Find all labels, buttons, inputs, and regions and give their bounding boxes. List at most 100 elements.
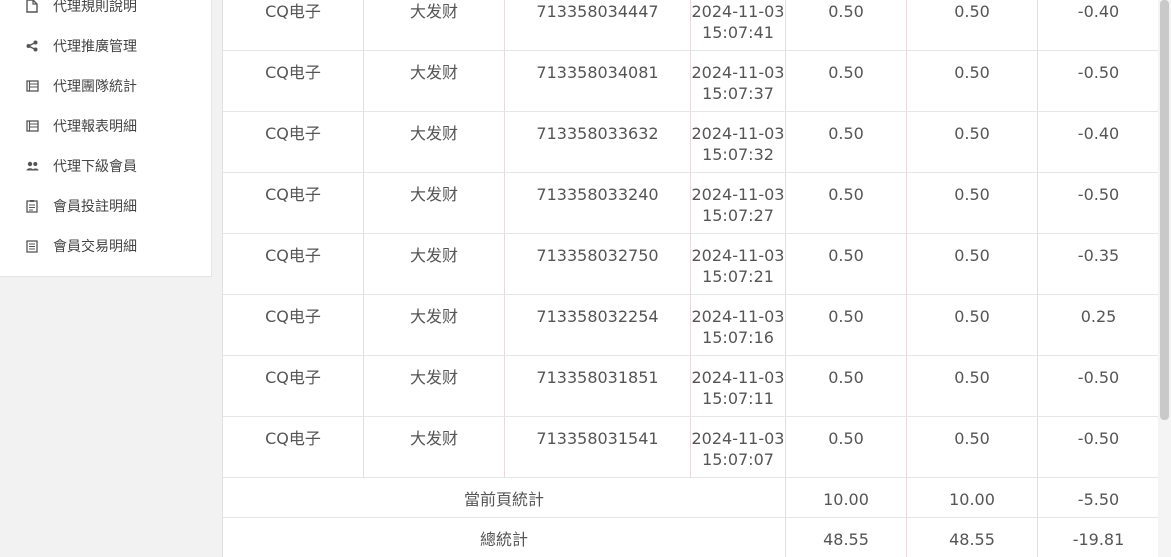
grand-total-valid: 48.55 [949, 530, 995, 549]
bet-date: 2024-11-03 [691, 63, 785, 82]
sidebar-item-label: 代理推廣管理 [53, 39, 137, 55]
row-divider [223, 172, 1159, 173]
game-name-cell: 大发财 [409, 124, 458, 143]
row-divider [223, 50, 1159, 51]
valid-bet-cell: 0.50 [954, 2, 990, 21]
row-divider [223, 111, 1159, 112]
bet-time-cell: 2024-11-03 15:07:21 [691, 245, 785, 287]
column-divider [1037, 0, 1038, 557]
valid-bet-cell: 0.50 [954, 307, 990, 326]
sidebar-item-label: 代理規則說明 [53, 0, 137, 15]
bet-amount-cell: 0.50 [828, 246, 864, 265]
vertical-scrollbar[interactable] [1158, 0, 1171, 557]
order-number-cell: 713358033632 [536, 124, 659, 143]
bet-date: 2024-11-03 [691, 185, 785, 204]
row-divider [223, 416, 1159, 417]
page-total-valid: 10.00 [949, 490, 995, 509]
sidebar: 代理規則說明 代理推廣管理 代理團隊統計 代理報表明細 代理下級會員 會員投註明… [0, 0, 212, 277]
win-loss-cell: -0.40 [1077, 2, 1120, 21]
sidebar-item-label: 會員交易明細 [53, 239, 137, 255]
row-divider [223, 294, 1159, 295]
win-loss-cell: -0.50 [1077, 368, 1120, 387]
game-provider-cell: CQ电子 [265, 246, 321, 265]
order-number-cell: 713358032750 [536, 246, 659, 265]
users-icon [25, 159, 39, 173]
bet-clock: 15:07:21 [702, 267, 774, 286]
bet-clock: 15:07:16 [702, 328, 774, 347]
page-total-result: -5.50 [1077, 490, 1120, 509]
row-divider [223, 477, 1159, 478]
sidebar-item-report-details[interactable]: 代理報表明細 [0, 106, 211, 146]
sidebar-item-sub-members[interactable]: 代理下級會員 [0, 146, 211, 186]
sidebar-item-label: 代理報表明細 [53, 119, 137, 135]
bet-date: 2024-11-03 [691, 124, 785, 143]
bet-clock: 15:07:32 [702, 145, 774, 164]
game-provider-cell: CQ电子 [265, 307, 321, 326]
bet-time-cell: 2024-11-03 15:07:41 [691, 1, 785, 43]
bet-time-cell: 2024-11-03 15:07:16 [691, 306, 785, 348]
sidebar-item-bet-details[interactable]: 會員投註明細 [0, 186, 211, 226]
bet-clock: 15:07:11 [702, 389, 774, 408]
sidebar-item-label: 代理下級會員 [53, 159, 137, 175]
order-number-cell: 713358031541 [536, 429, 659, 448]
win-loss-cell: -0.35 [1077, 246, 1120, 265]
game-name-cell: 大发财 [409, 246, 458, 265]
game-name-cell: 大发财 [409, 63, 458, 82]
game-name-cell: 大发财 [409, 185, 458, 204]
game-provider-cell: CQ电子 [265, 429, 321, 448]
sidebar-item-promotion[interactable]: 代理推廣管理 [0, 26, 211, 66]
valid-bet-cell: 0.50 [954, 185, 990, 204]
bet-clock: 15:07:27 [702, 206, 774, 225]
column-divider [785, 0, 786, 557]
game-provider-cell: CQ电子 [265, 124, 321, 143]
valid-bet-cell: 0.50 [954, 429, 990, 448]
bet-amount-cell: 0.50 [828, 63, 864, 82]
bet-amount-cell: 0.50 [828, 124, 864, 143]
game-name-cell: 大发财 [409, 2, 458, 21]
page-total-label: 當前頁統計 [463, 490, 544, 509]
order-number-cell: 713358031851 [536, 368, 659, 387]
bet-time-cell: 2024-11-03 15:07:07 [691, 428, 785, 470]
row-divider [223, 233, 1159, 234]
game-name-cell: 大发财 [409, 307, 458, 326]
bet-date: 2024-11-03 [691, 307, 785, 326]
win-loss-cell: -0.40 [1077, 124, 1120, 143]
win-loss-cell: -0.50 [1077, 429, 1120, 448]
grand-total-result: -19.81 [1072, 530, 1125, 549]
scrollbar-thumb[interactable] [1160, 0, 1169, 420]
bet-time-cell: 2024-11-03 15:07:37 [691, 62, 785, 104]
order-number-cell: 713358034081 [536, 63, 659, 82]
bet-amount-cell: 0.50 [828, 2, 864, 21]
receipt-icon [25, 239, 39, 253]
list-icon [25, 119, 39, 133]
sidebar-item-label: 會員投註明細 [53, 199, 137, 215]
game-provider-cell: CQ电子 [265, 63, 321, 82]
page-total-bet: 10.00 [823, 490, 869, 509]
bet-date: 2024-11-03 [691, 429, 785, 448]
win-loss-cell: -0.50 [1077, 185, 1120, 204]
win-loss-cell: 0.25 [1080, 307, 1117, 326]
grand-total-bet: 48.55 [823, 530, 869, 549]
bet-amount-cell: 0.50 [828, 185, 864, 204]
game-provider-cell: CQ电子 [265, 368, 321, 387]
sidebar-item-transaction-details[interactable]: 會員交易明細 [0, 226, 211, 266]
bet-clock: 15:07:41 [702, 23, 774, 42]
valid-bet-cell: 0.50 [954, 63, 990, 82]
sidebar-item-agent-rules[interactable]: 代理規則說明 [0, 0, 211, 26]
column-divider [906, 0, 907, 557]
bet-date: 2024-11-03 [691, 2, 785, 21]
game-name-cell: 大发财 [409, 429, 458, 448]
bet-amount-cell: 0.50 [828, 429, 864, 448]
sidebar-item-team-stats[interactable]: 代理團隊統計 [0, 66, 211, 106]
bet-time-cell: 2024-11-03 15:07:27 [691, 184, 785, 226]
document-icon [25, 0, 39, 13]
row-divider [223, 517, 1159, 518]
game-provider-cell: CQ电子 [265, 2, 321, 21]
clipboard-icon [25, 199, 39, 213]
grand-total-label: 總統計 [479, 530, 528, 549]
bet-amount-cell: 0.50 [828, 307, 864, 326]
row-divider [223, 355, 1159, 356]
valid-bet-cell: 0.50 [954, 368, 990, 387]
order-number-cell: 713358033240 [536, 185, 659, 204]
valid-bet-cell: 0.50 [954, 246, 990, 265]
